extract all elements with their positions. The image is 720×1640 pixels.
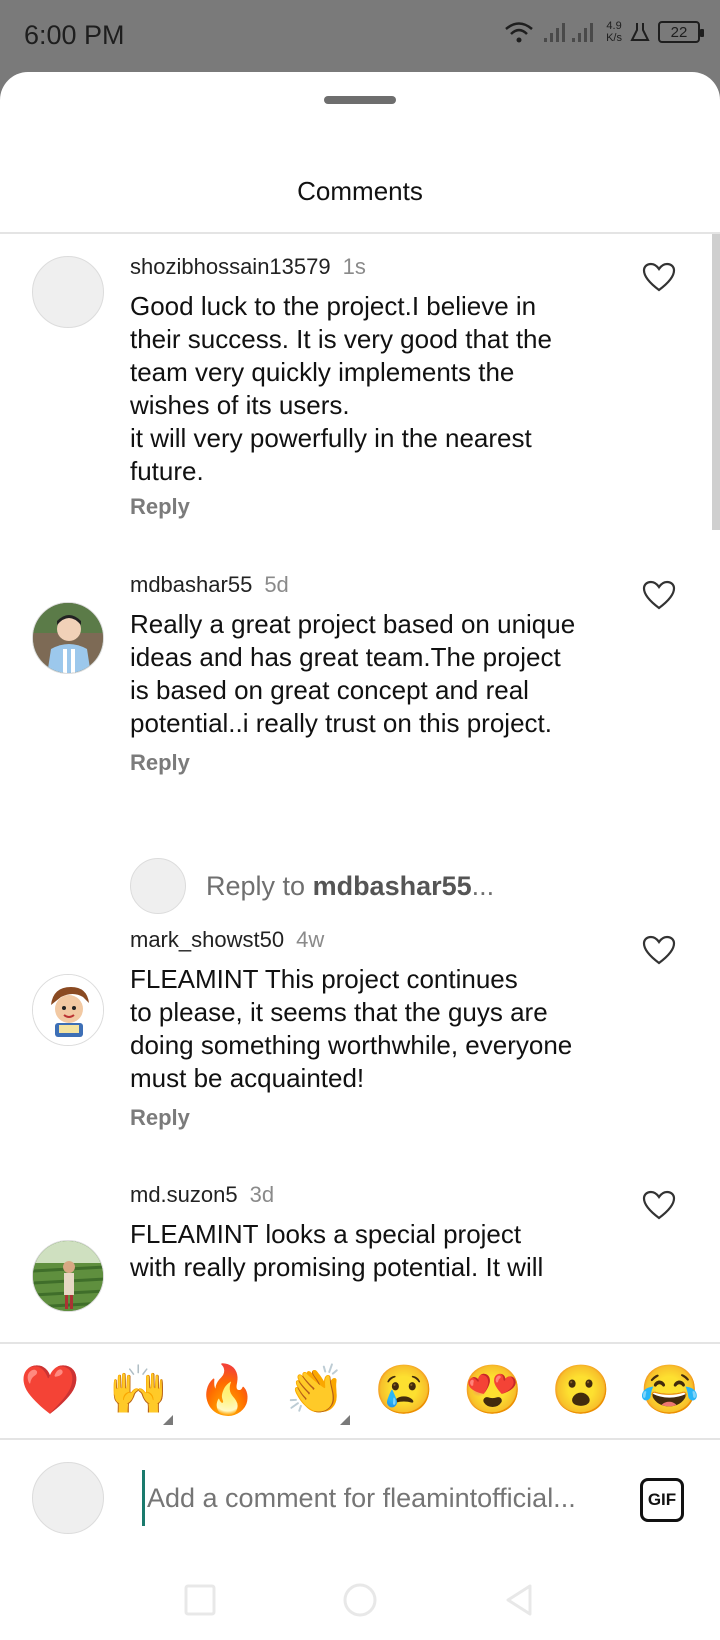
comment-input[interactable] xyxy=(142,1470,602,1526)
emoji-fire[interactable]: 🔥 xyxy=(189,1353,265,1429)
skin-tone-indicator-icon xyxy=(162,1415,173,1425)
home-icon[interactable] xyxy=(340,1580,380,1620)
comment-composer: GIF xyxy=(0,1440,720,1550)
emoji-raising-hands[interactable]: 🙌 xyxy=(101,1353,177,1429)
emoji-crying[interactable]: 😢 xyxy=(366,1353,442,1429)
comment-item: md.suzon5 3d FLEAMINT looks a special pro… xyxy=(0,72,720,1342)
gif-button[interactable]: GIF xyxy=(640,1478,684,1522)
battery-level: 22 xyxy=(670,23,688,41)
recents-icon[interactable] xyxy=(180,1580,220,1620)
skin-tone-indicator-icon xyxy=(339,1415,350,1425)
avatar-illustration xyxy=(33,1241,103,1311)
emoji-clapping[interactable]: 👏 xyxy=(278,1353,354,1429)
navigation-bar xyxy=(0,1560,720,1640)
avatar xyxy=(32,1462,104,1534)
battery-icon: 22 xyxy=(658,21,704,43)
status-icons: 4.9 K/s 22 xyxy=(504,20,704,44)
comment-text: FLEAMINT looks a special project with re… xyxy=(130,1219,544,1282)
wifi-icon xyxy=(505,22,533,43)
comment-username[interactable]: md.suzon5 xyxy=(130,1182,238,1207)
status-bar: 6:00 PM 4.9 K/s 22 xyxy=(0,0,720,72)
emoji-heart-eyes[interactable]: 😍 xyxy=(455,1353,531,1429)
back-icon[interactable] xyxy=(500,1580,540,1620)
heart-icon[interactable] xyxy=(642,1190,676,1220)
emoji-laughing[interactable]: 😂 xyxy=(632,1353,708,1429)
comments-sheet: Comments shozibhossain13579 1s Good luck … xyxy=(0,72,720,1640)
comment-time: 3d xyxy=(249,1182,275,1207)
net-speed-unit: K/s xyxy=(606,32,622,44)
avatar[interactable] xyxy=(32,1240,104,1312)
net-speed: 4.9 K/s xyxy=(606,20,622,44)
signal-icon xyxy=(544,23,594,42)
emoji-glyph: 🙌 xyxy=(108,1364,169,1417)
status-time: 6:00 PM xyxy=(24,20,125,50)
comment-header: md.suzon5 3d xyxy=(130,1182,274,1208)
emoji-heart[interactable]: ❤️ xyxy=(12,1353,88,1429)
net-speed-value: 4.9 xyxy=(606,20,622,32)
flask-icon xyxy=(630,23,650,41)
emoji-surprised[interactable]: 😮 xyxy=(543,1353,619,1429)
emoji-glyph: 👏 xyxy=(285,1364,346,1417)
emoji-bar: ❤️ 🙌 🔥 👏 😢 😍 😮 😂 xyxy=(0,1344,720,1438)
